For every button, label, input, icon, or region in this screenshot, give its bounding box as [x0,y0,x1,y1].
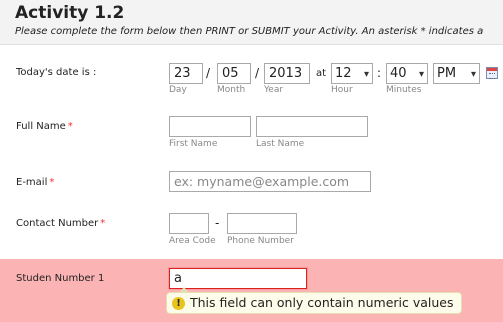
minute-value: 40 [390,66,407,81]
first-name-input[interactable] [169,116,251,137]
first-name-sublabel: First Name [169,139,218,149]
required-marker: * [49,177,55,188]
form-header: Activity 1.2 Please complete the form be… [0,0,503,45]
email-label: E-mail * [16,177,54,188]
page-title: Activity 1.2 [15,3,125,23]
required-marker: * [67,121,73,132]
phone-number-input[interactable] [227,213,297,234]
month-input[interactable]: 05 [217,63,251,84]
contact-number-label-text: Contact Number [16,218,99,229]
error-tooltip: ! This field can only contain numeric va… [166,287,462,314]
minute-select[interactable]: 40 ▾ [386,63,428,84]
student-number-input[interactable]: a [169,268,307,289]
day-input[interactable]: 23 [169,63,203,84]
date-label: Today's date is : [16,67,97,78]
at-label: at [316,68,327,79]
month-sublabel: Month [217,85,246,95]
ampm-select[interactable]: PM ▾ [433,63,480,84]
day-sublabel: Day [169,85,187,95]
hour-value: 12 [335,66,352,81]
error-message: This field can only contain numeric valu… [190,295,454,310]
hour-select[interactable]: 12 ▾ [331,63,373,84]
required-marker: * [100,218,106,229]
phone-separator: - [215,216,220,230]
full-name-label: Full Name * [16,121,73,132]
email-input[interactable]: ex: myname@example.com [169,171,371,192]
hour-sublabel: Hour [331,85,353,95]
last-name-input[interactable] [256,116,368,137]
year-input[interactable]: 2013 [264,63,310,84]
phone-number-sublabel: Phone Number [227,236,294,246]
date-separator: / [255,66,260,80]
last-name-sublabel: Last Name [256,139,305,149]
full-name-label-text: Full Name [16,121,66,132]
time-separator: : [377,66,382,80]
calendar-icon[interactable] [486,67,498,79]
warning-icon: ! [172,296,185,310]
email-label-text: E-mail [16,177,48,188]
chevron-down-icon: ▾ [418,69,424,80]
chevron-down-icon: ▾ [470,69,476,80]
contact-number-label: Contact Number * [16,218,105,229]
student-number-label: Studen Number 1 [16,273,105,284]
year-sublabel: Year [264,85,284,95]
form-instructions: Please complete the form below then PRIN… [15,26,484,37]
area-code-input[interactable] [169,213,209,234]
area-code-sublabel: Area Code [169,236,216,246]
ampm-value: PM [437,66,457,81]
chevron-down-icon: ▾ [363,69,369,80]
date-separator: / [206,66,211,80]
minute-sublabel: Minutes [386,85,422,95]
